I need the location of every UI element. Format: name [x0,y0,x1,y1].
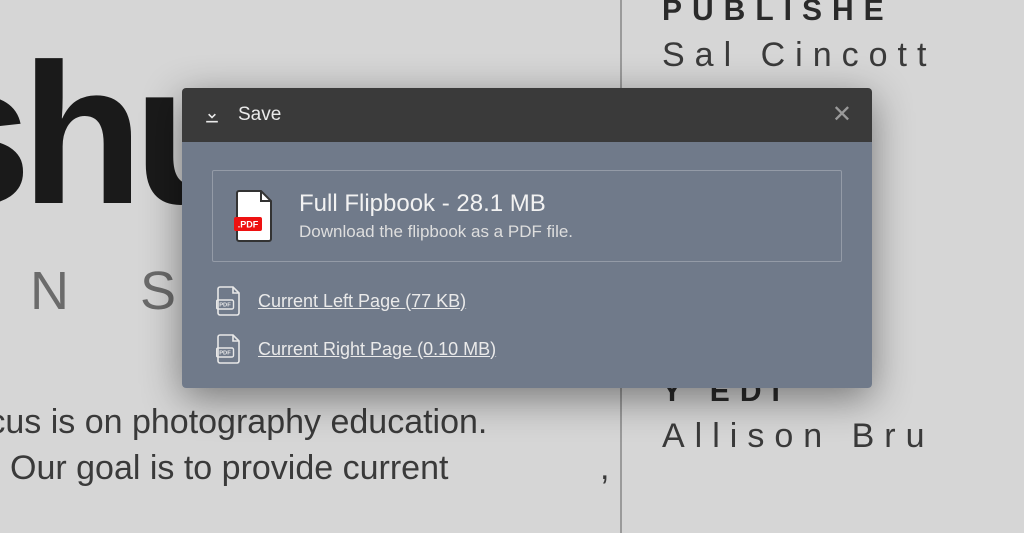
download-right-page[interactable]: PDF Current Right Page (0.10 MB) [216,334,842,364]
download-full-flipbook[interactable]: .PDF Full Flipbook - 28.1 MB Download th… [212,170,842,262]
full-option-subtitle: Download the flipbook as a PDF file. [299,222,573,242]
pdf-page-icon: PDF [216,334,242,364]
full-option-title: Full Flipbook - 28.1 MB [299,190,573,218]
pdf-file-icon: .PDF [233,189,277,243]
pdf-page-icon: PDF [216,286,242,316]
page-download-options: PDF Current Left Page (77 KB) PDF Curren… [212,286,842,364]
save-dialog: Save ✕ .PDF Full Flipbook - 28.1 MB Down… [182,88,872,388]
svg-text:PDF: PDF [219,303,231,309]
full-option-text: Full Flipbook - 28.1 MB Download the fli… [299,190,573,242]
left-page-label: Current Left Page (77 KB) [258,291,466,312]
close-icon[interactable]: ✕ [832,103,852,127]
download-left-page[interactable]: PDF Current Left Page (77 KB) [216,286,842,316]
svg-text:.PDF: .PDF [238,220,259,230]
dialog-title: Save [238,104,832,126]
dialog-header: Save ✕ [182,88,872,142]
dialog-body: .PDF Full Flipbook - 28.1 MB Download th… [182,142,872,388]
right-page-label: Current Right Page (0.10 MB) [258,339,496,360]
svg-text:PDF: PDF [219,351,231,357]
download-icon [202,105,222,125]
